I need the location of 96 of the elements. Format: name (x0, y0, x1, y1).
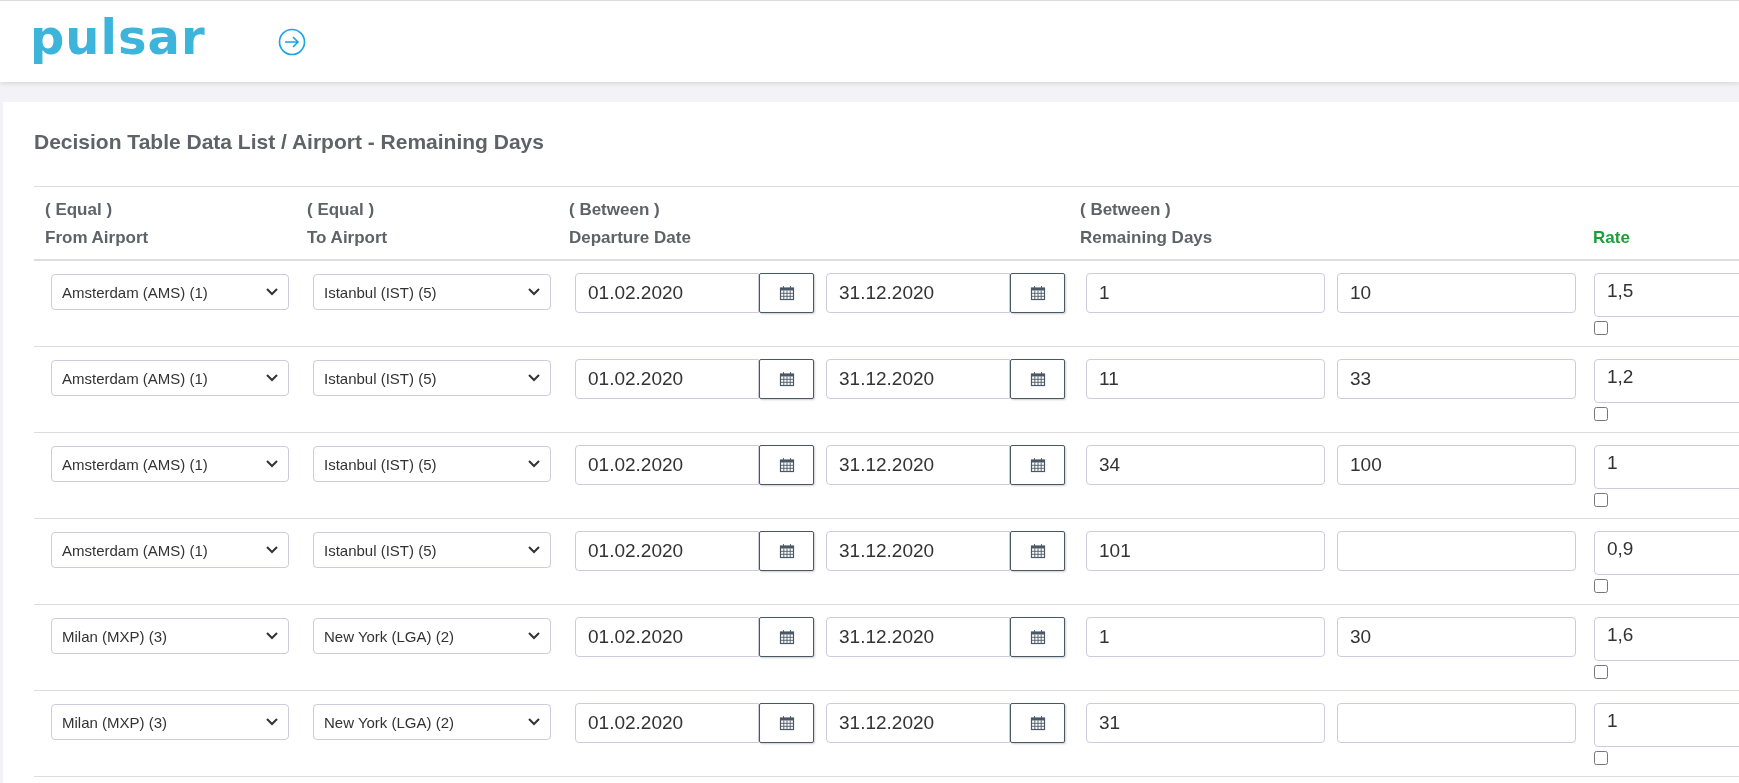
calendar-button[interactable] (1010, 703, 1065, 743)
column-operator: ( Between ) (569, 199, 661, 221)
chevron-down-icon (266, 288, 278, 296)
date-field[interactable]: 31.12.2020 (826, 531, 1010, 571)
date-field[interactable]: 31.12.2020 (826, 703, 1010, 743)
calendar-button[interactable] (759, 703, 814, 743)
arrow-circle-icon[interactable] (277, 27, 306, 56)
days-to-field[interactable] (1337, 531, 1576, 571)
from-airport-select[interactable]: Amsterdam (AMS) (1) (51, 360, 289, 396)
calendar-icon (778, 543, 795, 559)
chevron-down-icon (266, 460, 278, 468)
chevron-down-icon (528, 460, 540, 468)
date-field[interactable]: 31.12.2020 (826, 445, 1010, 485)
chevron-down-icon (528, 374, 540, 382)
date-field[interactable]: 01.02.2020 (575, 273, 759, 313)
calendar-icon (1029, 629, 1046, 645)
date-field[interactable]: 01.02.2020 (575, 531, 759, 571)
to-airport-select[interactable]: Istanbul (IST) (5) (313, 360, 551, 396)
date-field[interactable]: 01.02.2020 (575, 445, 759, 485)
chevron-down-icon (528, 632, 540, 640)
calendar-icon (1029, 285, 1046, 301)
calendar-button[interactable] (1010, 445, 1065, 485)
calendar-button[interactable] (759, 617, 814, 657)
calendar-button[interactable] (1010, 273, 1065, 313)
days-to-field[interactable] (1337, 703, 1576, 743)
to-airport-select[interactable]: Istanbul (IST) (5) (313, 274, 551, 310)
chevron-down-icon (266, 374, 278, 382)
column-operator: ( Equal ) (45, 199, 114, 221)
column-header: Remaining Days (1080, 227, 1214, 249)
days-from-field[interactable]: 11 (1086, 359, 1325, 399)
rate-field[interactable]: 1 (1594, 703, 1739, 747)
calendar-button[interactable] (759, 531, 814, 571)
row-checkbox[interactable] (1594, 321, 1608, 335)
days-to-field[interactable]: 10 (1337, 273, 1576, 313)
rate-field[interactable]: 1,5 (1594, 273, 1739, 317)
date-field[interactable]: 01.02.2020 (575, 617, 759, 657)
date-field[interactable]: 01.02.2020 (575, 703, 759, 743)
row-checkbox[interactable] (1594, 493, 1608, 507)
date-field[interactable]: 31.12.2020 (826, 359, 1010, 399)
calendar-button[interactable] (759, 445, 814, 485)
chevron-down-icon (528, 546, 540, 554)
rate-field[interactable]: 1 (1594, 445, 1739, 489)
days-to-field[interactable]: 33 (1337, 359, 1576, 399)
to-airport-select[interactable]: New York (LGA) (2) (313, 704, 551, 740)
chevron-down-icon (266, 632, 278, 640)
chevron-down-icon (266, 546, 278, 554)
calendar-icon (778, 629, 795, 645)
days-from-field[interactable]: 31 (1086, 703, 1325, 743)
chevron-down-icon (266, 718, 278, 726)
chevron-down-icon (528, 288, 540, 296)
logo: pulsar (30, 12, 206, 67)
to-airport-select[interactable]: Istanbul (IST) (5) (313, 446, 551, 482)
days-from-field[interactable]: 1 (1086, 273, 1325, 313)
days-to-field[interactable]: 100 (1337, 445, 1576, 485)
row-checkbox[interactable] (1594, 579, 1608, 593)
calendar-button[interactable] (759, 359, 814, 399)
rate-field[interactable]: 1,6 (1594, 617, 1739, 661)
column-operator: ( Equal ) (307, 199, 376, 221)
chevron-down-icon (528, 718, 540, 726)
column-operator: ( Between ) (1080, 199, 1172, 221)
rate-field[interactable]: 0,9 (1594, 531, 1739, 575)
column-header: Departure Date (569, 227, 692, 249)
row-checkbox[interactable] (1594, 751, 1608, 765)
date-field[interactable]: 01.02.2020 (575, 359, 759, 399)
from-airport-select[interactable]: Amsterdam (AMS) (1) (51, 274, 289, 310)
row-checkbox[interactable] (1594, 407, 1608, 421)
calendar-icon (1029, 371, 1046, 387)
calendar-icon (1029, 457, 1046, 473)
calendar-button[interactable] (1010, 531, 1065, 571)
to-airport-select[interactable]: Istanbul (IST) (5) (313, 532, 551, 568)
days-from-field[interactable]: 101 (1086, 531, 1325, 571)
rate-field[interactable]: 1,2 (1594, 359, 1739, 403)
calendar-button[interactable] (1010, 617, 1065, 657)
calendar-icon (778, 715, 795, 731)
from-airport-select[interactable]: Amsterdam (AMS) (1) (51, 446, 289, 482)
calendar-icon (778, 457, 795, 473)
calendar-icon (778, 371, 795, 387)
days-to-field[interactable]: 30 (1337, 617, 1576, 657)
to-airport-select[interactable]: New York (LGA) (2) (313, 618, 551, 654)
days-from-field[interactable]: 1 (1086, 617, 1325, 657)
date-field[interactable]: 31.12.2020 (826, 617, 1010, 657)
calendar-icon (778, 285, 795, 301)
page-title: Decision Table Data List / Airport - Remaining Days (34, 130, 545, 154)
date-field[interactable]: 31.12.2020 (826, 273, 1010, 313)
column-header: From Airport (45, 227, 150, 249)
calendar-button[interactable] (759, 273, 814, 313)
calendar-icon (1029, 715, 1046, 731)
from-airport-select[interactable]: Milan (MXP) (3) (51, 704, 289, 740)
calendar-icon (1029, 543, 1046, 559)
from-airport-select[interactable]: Milan (MXP) (3) (51, 618, 289, 654)
calendar-button[interactable] (1010, 359, 1065, 399)
column-header: To Airport (307, 227, 389, 249)
column-header: Rate (1593, 227, 1631, 249)
row-checkbox[interactable] (1594, 665, 1608, 679)
days-from-field[interactable]: 34 (1086, 445, 1325, 485)
from-airport-select[interactable]: Amsterdam (AMS) (1) (51, 532, 289, 568)
